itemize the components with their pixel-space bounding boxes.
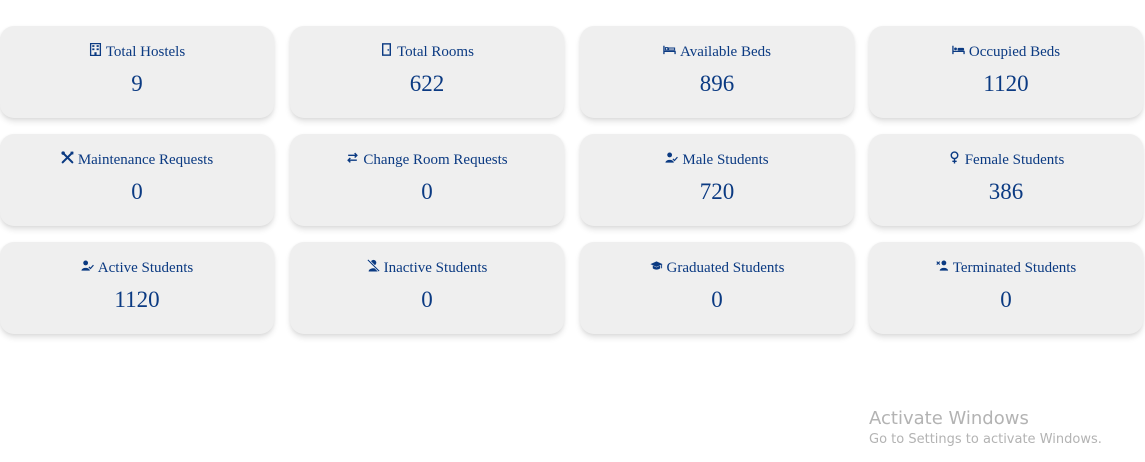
bed-empty-icon [663,43,676,56]
stat-value: 386 [988,179,1024,204]
user-check-icon [81,259,94,272]
stat-card-female-students[interactable]: Female Students 386 [869,134,1143,226]
user-check-icon [665,151,679,164]
stat-value: 9 [131,71,143,96]
stat-value: 0 [1000,287,1012,312]
stat-value: 720 [699,179,735,204]
stat-card-available-beds[interactable]: Available Beds 896 [580,26,854,118]
stat-label: Male Students [682,152,769,168]
stat-card-inactive-students[interactable]: Inactive Students 0 [290,242,564,334]
stat-value: 1120 [114,287,160,312]
stat-value: 0 [421,287,433,312]
stat-label: Maintenance Requests [77,152,214,168]
stat-card-maintenance-requests[interactable]: Maintenance Requests 0 [0,134,274,226]
stat-value: 1120 [983,71,1029,96]
stat-card-graduated-students[interactable]: Graduated Students 0 [580,242,854,334]
activate-windows-watermark: Activate Windows Go to Settings to activ… [869,407,1102,449]
tools-icon [61,151,74,164]
stat-label: Occupied Beds [968,44,1061,60]
stat-label: Terminated Students [952,260,1077,276]
stat-value: 0 [711,287,723,312]
stat-label: Total Hostels [105,44,186,60]
stat-card-male-students[interactable]: Male Students 720 [580,134,854,226]
stat-value: 0 [131,179,143,204]
stat-value: 896 [699,71,735,96]
stats-grid: Total Hostels 9 Total Rooms 622 Availabl… [0,26,1145,338]
stat-label: Available Beds [680,44,771,60]
stat-label: Change Room Requests [363,152,508,168]
stat-value: 0 [421,179,433,204]
watermark-subtitle: Go to Settings to activate Windows. [869,432,1102,447]
stat-card-change-room-requests[interactable]: Change Room Requests 0 [290,134,564,226]
swap-arrows-icon [346,151,359,164]
stat-card-occupied-beds[interactable]: Occupied Beds 1120 [869,26,1143,118]
stat-label: Total Rooms [397,44,474,60]
stat-card-active-students[interactable]: Active Students 1120 [0,242,274,334]
stat-value: 622 [409,71,445,96]
building-icon [89,43,102,56]
stat-card-total-rooms[interactable]: Total Rooms 622 [290,26,564,118]
watermark-title: Activate Windows [869,408,1029,429]
door-icon [380,43,393,56]
stat-label: Graduated Students [666,260,785,276]
bed-icon [952,43,965,56]
stat-label: Active Students [97,260,194,276]
stat-card-terminated-students[interactable]: Terminated Students 0 [869,242,1143,334]
stat-card-total-hostels[interactable]: Total Hostels 9 [0,26,274,118]
user-xmark-icon [936,259,949,272]
venus-icon [948,151,961,164]
stat-label: Female Students [964,152,1065,168]
graduation-cap-icon [650,259,663,272]
user-slash-icon [366,259,380,272]
stat-label: Inactive Students [383,260,488,276]
